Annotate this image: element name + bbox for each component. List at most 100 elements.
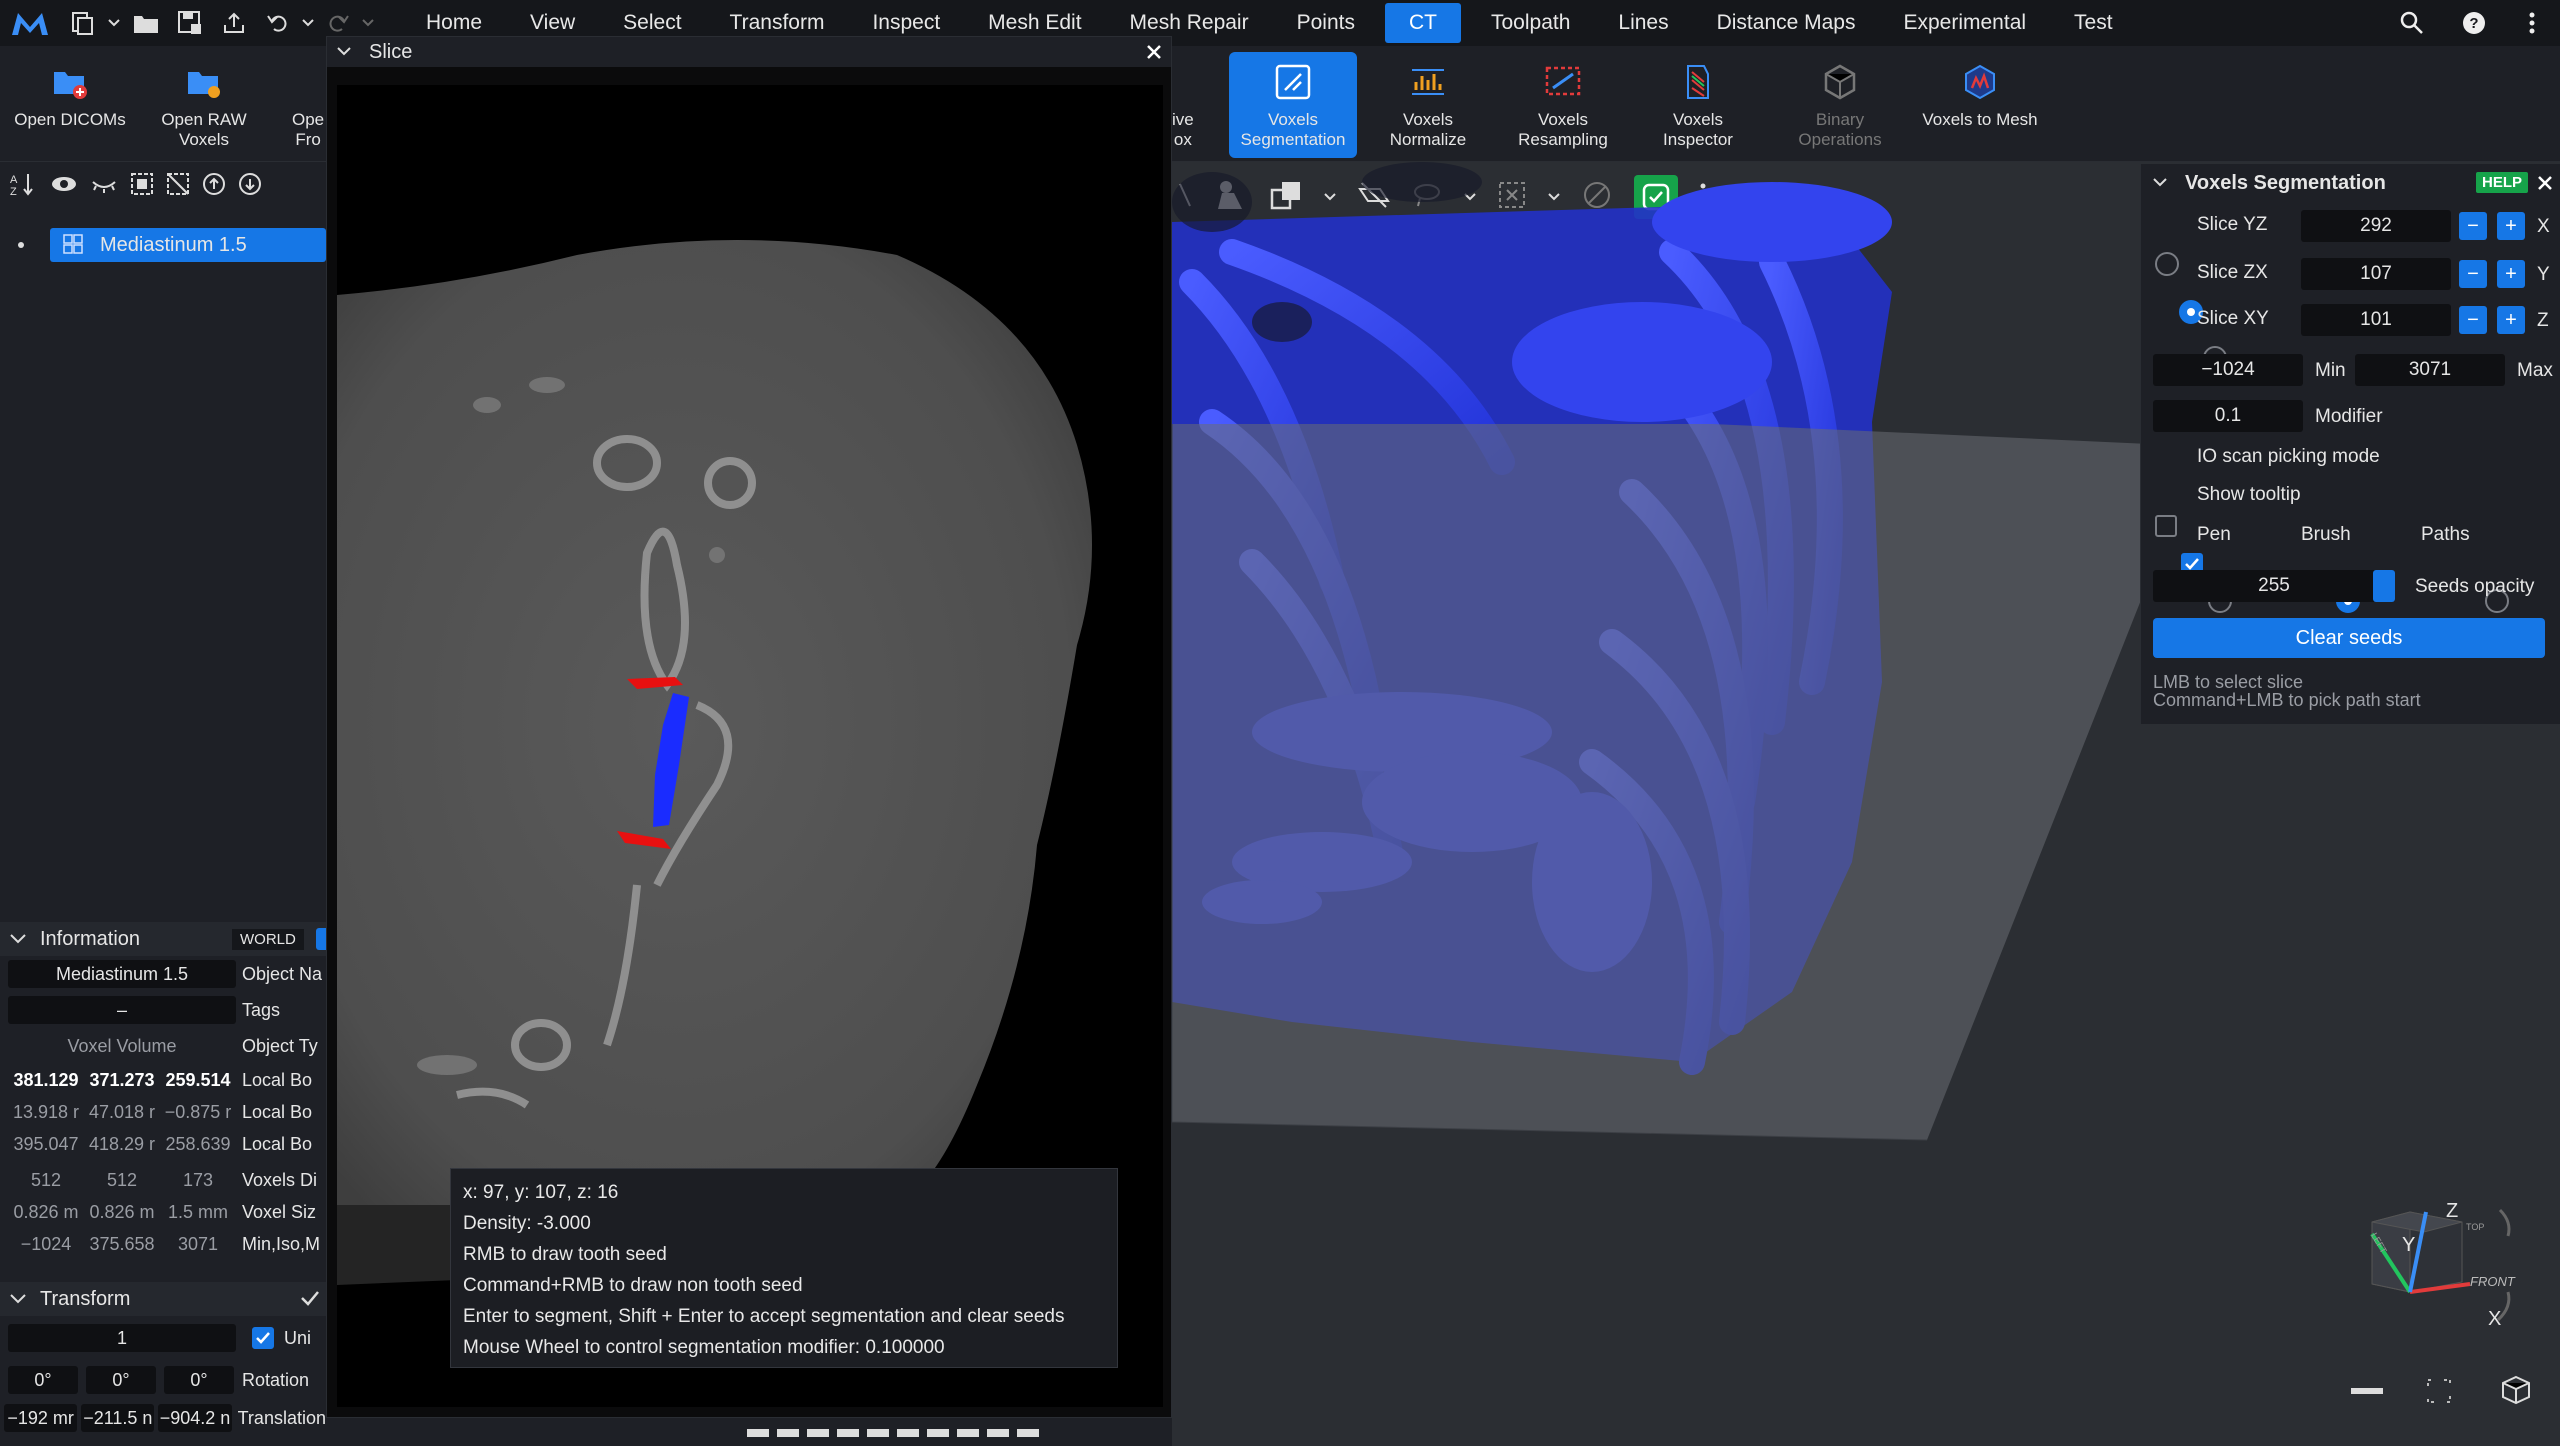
save-icon[interactable] xyxy=(168,0,212,46)
tab-experimental[interactable]: Experimental xyxy=(1879,0,2050,46)
local-toggle[interactable] xyxy=(316,928,326,950)
voxels-resampling-label: Voxels Resampling xyxy=(1518,110,1608,149)
undo-icon[interactable] xyxy=(256,0,300,46)
tree-bullet xyxy=(18,242,24,248)
slice-titlebar[interactable]: Slice xyxy=(327,37,1171,67)
open-raw-voxels-button[interactable]: Open RAW Voxels xyxy=(140,52,268,158)
tab-distance-maps[interactable]: Distance Maps xyxy=(1693,0,1880,46)
tab-lines[interactable]: Lines xyxy=(1594,0,1692,46)
tab-test[interactable]: Test xyxy=(2050,0,2137,46)
rotation-z-field[interactable]: 0° xyxy=(164,1366,234,1394)
tab-ct[interactable]: CT xyxy=(1384,3,1461,43)
brush-label: Brush xyxy=(2301,524,2351,545)
show-icon[interactable] xyxy=(50,174,78,194)
info-value: 418.29 r xyxy=(88,1133,156,1154)
scale-row: 1 Uni xyxy=(0,1322,326,1354)
slice-index-input[interactable]: 292 xyxy=(2301,210,2451,242)
translation-z-field[interactable]: −904.2 n xyxy=(158,1404,232,1432)
object-name-field[interactable]: Mediastinum 1.5 xyxy=(8,960,236,988)
slice-index-input[interactable]: 101 xyxy=(2301,304,2451,336)
scene-panel: AZ Mediastinum 1.5 Information WORLD Med… xyxy=(0,162,326,1446)
voxels-segmentation-button[interactable]: Voxels Segmentation xyxy=(1229,52,1357,158)
object-name-row: Mediastinum 1.5 Object Na xyxy=(0,958,326,990)
tooltip-hint-modifier: Mouse Wheel to control segmentation modi… xyxy=(463,1337,945,1358)
max-input[interactable]: 3071 xyxy=(2355,354,2505,386)
slice-index-value: 107 xyxy=(2360,263,2392,284)
search-icon[interactable] xyxy=(2390,0,2434,46)
decrement-button[interactable]: − xyxy=(2459,306,2487,334)
select-all-icon[interactable] xyxy=(130,172,154,196)
rotation-x-field[interactable]: 0° xyxy=(8,1366,78,1394)
new-file-icon[interactable] xyxy=(60,0,104,46)
voxels-inspector-button[interactable]: Voxels Inspector xyxy=(1634,52,1762,158)
projection-cube-icon[interactable] xyxy=(2500,1374,2532,1411)
voxels-normalize-button[interactable]: Voxels Normalize xyxy=(1364,52,1492,158)
open-from-button[interactable]: Ope Fro xyxy=(272,52,326,158)
translation-x-field[interactable]: −192 mr xyxy=(4,1404,78,1432)
chevron-down-icon[interactable] xyxy=(104,0,124,46)
increment-button[interactable]: + xyxy=(2497,260,2525,288)
voxels-resampling-icon xyxy=(1545,66,1581,96)
open-folder-icon[interactable] xyxy=(124,0,168,46)
world-badge[interactable]: WORLD xyxy=(232,929,304,950)
close-icon[interactable] xyxy=(1145,43,1163,61)
decrement-button[interactable]: − xyxy=(2459,260,2487,288)
interactive-box-label: ive ox xyxy=(1172,110,1194,149)
rotation-y-field[interactable]: 0° xyxy=(86,1366,156,1394)
scale-field[interactable]: 1 xyxy=(8,1324,236,1352)
voxels-resampling-button[interactable]: Voxels Resampling xyxy=(1499,52,1627,158)
help-button[interactable]: HELP xyxy=(2475,172,2528,193)
increment-button[interactable]: + xyxy=(2497,306,2525,334)
open-dicoms-icon xyxy=(54,72,87,99)
tab-points[interactable]: Points xyxy=(1273,0,1379,46)
scene-item-label: Mediastinum 1.5 xyxy=(100,233,247,256)
axis-z-label: Z xyxy=(2446,1200,2459,1222)
move-up-icon[interactable] xyxy=(202,172,226,196)
voxels-segmentation-header[interactable]: Voxels Segmentation HELP xyxy=(2141,164,2560,202)
tab-toolpath[interactable]: Toolpath xyxy=(1467,0,1594,46)
slice-radio-x[interactable] xyxy=(2155,252,2179,276)
chevron-down-icon[interactable] xyxy=(337,47,351,57)
interactive-box-button[interactable]: ive ox xyxy=(1172,52,1218,158)
undo-dropdown-icon[interactable] xyxy=(300,0,316,46)
svg-text:A: A xyxy=(10,174,18,186)
measure-icon[interactable] xyxy=(2350,1384,2384,1402)
deselect-icon[interactable] xyxy=(166,172,190,196)
transform-header[interactable]: Transform xyxy=(0,1282,326,1316)
info-row-label: Local Bo xyxy=(242,1101,313,1122)
tags-field[interactable]: – xyxy=(8,996,236,1024)
clear-seeds-button[interactable]: Clear seeds xyxy=(2153,618,2545,658)
slice-index-input[interactable]: 107 xyxy=(2301,258,2451,290)
binary-operations-button[interactable]: Binary Operations xyxy=(1776,52,1904,158)
io-scan-checkbox[interactable] xyxy=(2155,515,2177,537)
close-icon[interactable] xyxy=(2536,174,2554,192)
move-down-icon[interactable] xyxy=(238,172,262,196)
slice-scrollbar[interactable] xyxy=(747,1429,1047,1437)
app-logo-icon[interactable] xyxy=(0,0,60,46)
information-header[interactable]: Information WORLD xyxy=(0,922,326,956)
open-dicoms-button[interactable]: Open DICOMs xyxy=(6,52,134,158)
check-icon[interactable] xyxy=(300,1290,320,1306)
scene-item-mediastinum[interactable]: Mediastinum 1.5 xyxy=(50,228,326,262)
voxels-to-mesh-button[interactable]: Voxels to Mesh xyxy=(1916,52,2044,158)
chevron-down-icon[interactable] xyxy=(2153,178,2167,188)
more-menu-icon[interactable] xyxy=(2510,0,2554,46)
translation-y-field[interactable]: −211.5 n xyxy=(81,1404,155,1432)
uniform-scale-checkbox[interactable] xyxy=(252,1327,274,1349)
help-icon[interactable]: ? xyxy=(2452,0,2496,46)
scale-value: 1 xyxy=(116,1327,127,1348)
seeds-opacity-slider[interactable]: 255 xyxy=(2153,570,2395,602)
hide-icon[interactable] xyxy=(90,174,118,194)
seeds-opacity-handle[interactable] xyxy=(2373,570,2395,602)
info-value: 3071 xyxy=(177,1233,219,1254)
rotate-up-icon[interactable] xyxy=(2498,1208,2511,1237)
increment-button[interactable]: + xyxy=(2497,212,2525,240)
decrement-button[interactable]: − xyxy=(2459,212,2487,240)
sort-icon[interactable]: AZ xyxy=(10,171,38,197)
slice-tooltip: x: 97, y: 107, z: 16 Density: -3.000 RMB… xyxy=(450,1168,1118,1368)
show-tooltip-label: Show tooltip xyxy=(2197,484,2301,505)
fit-view-icon[interactable] xyxy=(2424,1376,2454,1411)
modifier-input[interactable]: 0.1 xyxy=(2153,400,2303,432)
min-input[interactable]: −1024 xyxy=(2153,354,2303,386)
export-icon[interactable] xyxy=(212,0,256,46)
